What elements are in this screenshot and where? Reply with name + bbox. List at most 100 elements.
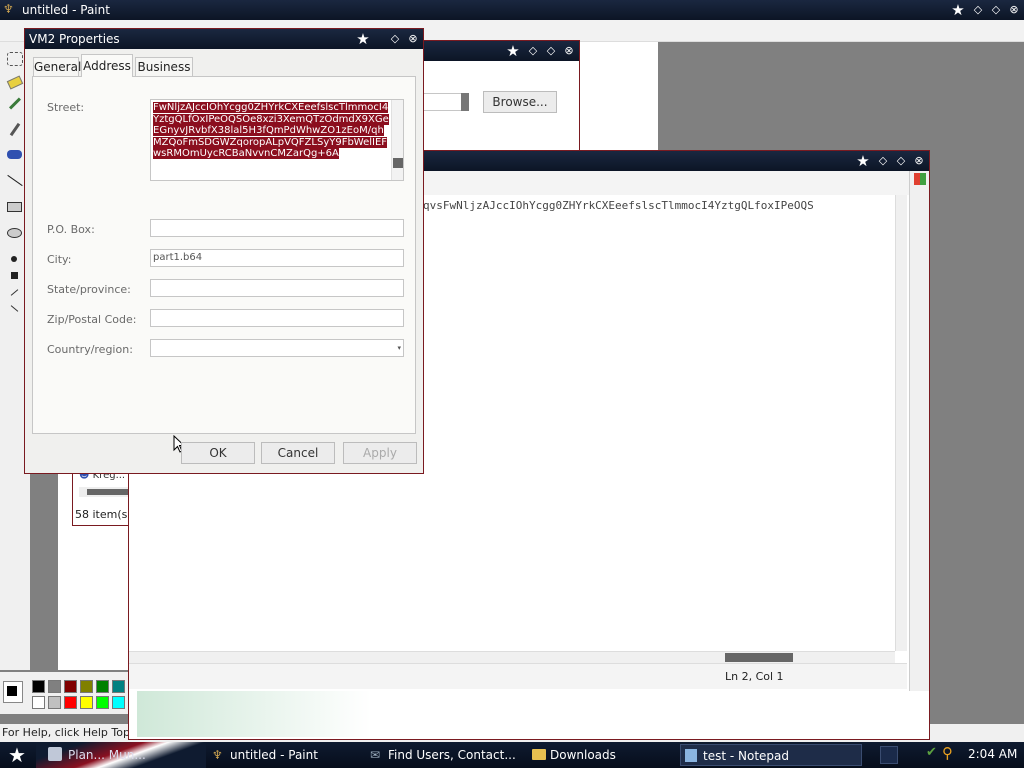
taskbar-item-find-users[interactable]: ✉ Find Users, Contact... — [366, 744, 522, 766]
taskbar: ★ Plan... Mun... ♆ untitled - Paint ✉ Fi… — [0, 742, 1024, 768]
taskbar-item-paint[interactable]: ♆ untitled - Paint — [208, 744, 358, 766]
hscroll-thumb[interactable] — [725, 653, 793, 662]
pencil-icon[interactable] — [9, 122, 21, 137]
cancel-button[interactable]: Cancel — [261, 442, 335, 464]
country-select[interactable]: ▾ — [150, 339, 404, 357]
tab-label: General — [34, 60, 82, 74]
tab-address[interactable]: Address — [81, 54, 133, 77]
properties-dialog: VM2 Properties ★ ◇ ⊗ General Address Bus… — [24, 28, 424, 474]
line-icon[interactable] — [7, 174, 23, 187]
folder-icon — [532, 749, 546, 760]
star-icon: ★ — [506, 42, 520, 60]
palette-swatch[interactable] — [48, 696, 61, 709]
eraser-icon[interactable] — [6, 75, 24, 90]
color-palette — [0, 672, 141, 714]
paint-icon: ♆ — [212, 748, 223, 762]
close-button[interactable]: ⊗ — [1006, 2, 1022, 18]
zip-field[interactable] — [150, 309, 404, 327]
brush-icon[interactable] — [7, 150, 22, 159]
street-scroll-thumb[interactable] — [393, 158, 403, 168]
palette-swatch[interactable] — [32, 680, 45, 693]
search-icon[interactable]: ⚲ — [942, 744, 953, 762]
dialog-title: VM2 Properties — [29, 32, 120, 46]
browse-button[interactable]: Browse... — [483, 91, 557, 113]
street-textarea[interactable]: FwNljzAJccIOhYcgg0ZHYrkCXEeefslscTlmmocI… — [150, 99, 404, 181]
palette-swatch[interactable] — [112, 680, 125, 693]
notepad-vscrollbar[interactable] — [895, 195, 907, 651]
taskbar-label: untitled - Paint — [230, 748, 318, 762]
paint-titlebar[interactable]: ♆ untitled - Paint ★ ◇ ◇ ⊗ — [0, 0, 1024, 20]
close-button[interactable]: ⊗ — [405, 31, 421, 47]
po-box-field[interactable] — [150, 219, 404, 237]
small-line-icon[interactable] — [10, 289, 19, 296]
palette-swatch[interactable] — [64, 680, 77, 693]
minimize-button[interactable]: ◇ — [525, 43, 541, 59]
cursor-position: Ln 2, Col 1 — [725, 670, 784, 683]
star-icon: ★ — [856, 152, 870, 170]
state-field[interactable] — [150, 279, 404, 297]
address-tab-panel: Street: FwNljzAJccIOhYcgg0ZHYrkCXEeefsls… — [32, 76, 416, 453]
palette-swatch[interactable] — [112, 696, 125, 709]
network-icon[interactable]: ✔ — [926, 745, 937, 760]
current-color[interactable] — [3, 681, 23, 703]
start-star-icon: ★ — [8, 743, 26, 767]
palette-swatch[interactable] — [80, 680, 93, 693]
street-line: EGnyvJRvbfX38lal5H3fQmPdWhwZO1zEoM/qh — [153, 125, 384, 136]
dialog-titlebar[interactable]: VM2 Properties ★ ◇ ⊗ — [25, 29, 423, 49]
palette-swatch[interactable] — [48, 680, 61, 693]
chevron-down-icon[interactable]: ▾ — [397, 340, 401, 356]
notepad-icon — [685, 749, 697, 762]
city-field[interactable]: part1.b64 — [150, 249, 404, 267]
palette-swatch[interactable] — [32, 696, 45, 709]
ellipse-icon[interactable] — [7, 228, 22, 238]
taskbar-label: Downloads — [550, 748, 616, 762]
free-select-icon[interactable] — [7, 52, 23, 66]
po-box-label: P.O. Box: — [47, 223, 95, 236]
start-button[interactable]: ★ — [0, 742, 40, 768]
paint-title: untitled - Paint — [22, 3, 110, 17]
tab-label: Business — [137, 60, 191, 74]
palette-swatch[interactable] — [80, 696, 93, 709]
street-line: YztgQLfOxIPeOQSOe8xzi3XemQTzOdmdX9XGe — [153, 113, 389, 125]
taskbar-label: Find Users, Contact... — [388, 748, 516, 762]
help-button[interactable]: ◇ — [387, 31, 403, 47]
tab-label: Address — [83, 59, 131, 73]
windows-flag-icon — [914, 173, 926, 185]
paint-app-icon: ♆ — [3, 2, 14, 16]
street-line: MZQoFmSDGWZqoropALpVQFZLSyY9FbWelIEF — [153, 136, 388, 148]
tab-business[interactable]: Business — [135, 57, 193, 77]
street-line: FwNljzAJccIOhYcgg0ZHYrkCXEeefslscTlmmocI… — [153, 102, 389, 113]
color-picker-icon[interactable] — [8, 97, 22, 110]
star-icon: ★ — [356, 30, 370, 48]
rectangle-icon[interactable] — [7, 202, 22, 212]
taskbar-item-downloads[interactable]: Downloads — [528, 744, 674, 766]
fill-square-icon[interactable] — [11, 272, 18, 279]
maximize-button[interactable]: ◇ — [543, 43, 559, 59]
notepad-hscrollbar[interactable] — [129, 651, 895, 663]
taskbar-label: Plan... Mun... — [68, 748, 146, 762]
palette-swatch[interactable] — [64, 696, 77, 709]
ok-button[interactable]: OK — [181, 442, 255, 464]
apply-button[interactable]: Apply — [343, 442, 417, 464]
street-scrollbar[interactable] — [391, 100, 403, 180]
find-users-status: 58 item(s) — [75, 508, 132, 521]
tray-icon[interactable] — [880, 746, 898, 764]
close-button[interactable]: ⊗ — [561, 43, 577, 59]
diag-line-icon[interactable] — [10, 305, 19, 312]
maximize-button[interactable]: ◇ — [988, 2, 1004, 18]
tab-general[interactable]: General — [33, 57, 82, 77]
window-icon — [48, 747, 62, 761]
minimize-button[interactable]: ◇ — [970, 2, 986, 18]
close-button[interactable]: ⊗ — [911, 153, 927, 169]
zip-label: Zip/Postal Code: — [47, 313, 137, 326]
fill-dot-icon[interactable] — [11, 256, 17, 262]
street-line: wsRMOmUycRCBaNvvnCMZarQg+6A — [153, 148, 339, 159]
palette-swatch[interactable] — [96, 680, 109, 693]
find-users-dropdown-thumb[interactable] — [461, 93, 469, 111]
taskbar-item-plan[interactable]: Plan... Mun... — [44, 744, 204, 766]
palette-swatch[interactable] — [96, 696, 109, 709]
city-label: City: — [47, 253, 72, 266]
taskbar-item-notepad[interactable]: test - Notepad — [680, 744, 862, 766]
minimize-button[interactable]: ◇ — [875, 153, 891, 169]
maximize-button[interactable]: ◇ — [893, 153, 909, 169]
